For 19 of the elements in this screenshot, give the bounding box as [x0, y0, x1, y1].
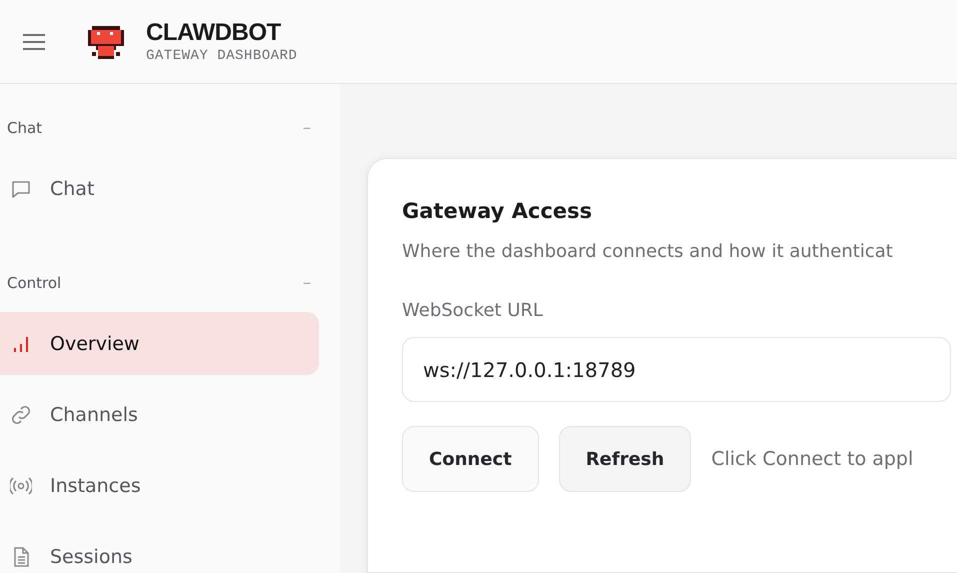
nav-item[interactable]: Channels	[0, 383, 319, 446]
app-title: CLAWDBOT	[146, 18, 282, 46]
websocket-url-field[interactable]: ws://127.0.0.1:18789	[402, 337, 951, 402]
nav-item[interactable]: Overview	[0, 312, 319, 375]
refresh-button[interactable]: Refresh	[558, 426, 692, 492]
menu-icon	[22, 32, 46, 50]
hint-text: Click Connect to appl	[711, 448, 914, 470]
card-description: Where the dashboard connects and how it authenticat	[402, 241, 894, 262]
connect-button[interactable]: Connect	[402, 426, 539, 492]
app-subtitle: GATEWAY DASHBOARD	[146, 46, 298, 64]
card-title: Gateway Access	[402, 199, 594, 223]
nav-item[interactable]: Sessions	[0, 525, 319, 573]
link-icon	[10, 404, 32, 426]
nav-item[interactable]: Instances	[0, 454, 319, 517]
section-label: Chat	[7, 119, 42, 137]
field-label: WebSocket URL	[402, 300, 544, 321]
broadcast-icon	[10, 474, 32, 496]
nav-item[interactable]: Chat	[0, 157, 319, 220]
section-label: Control	[7, 274, 62, 292]
